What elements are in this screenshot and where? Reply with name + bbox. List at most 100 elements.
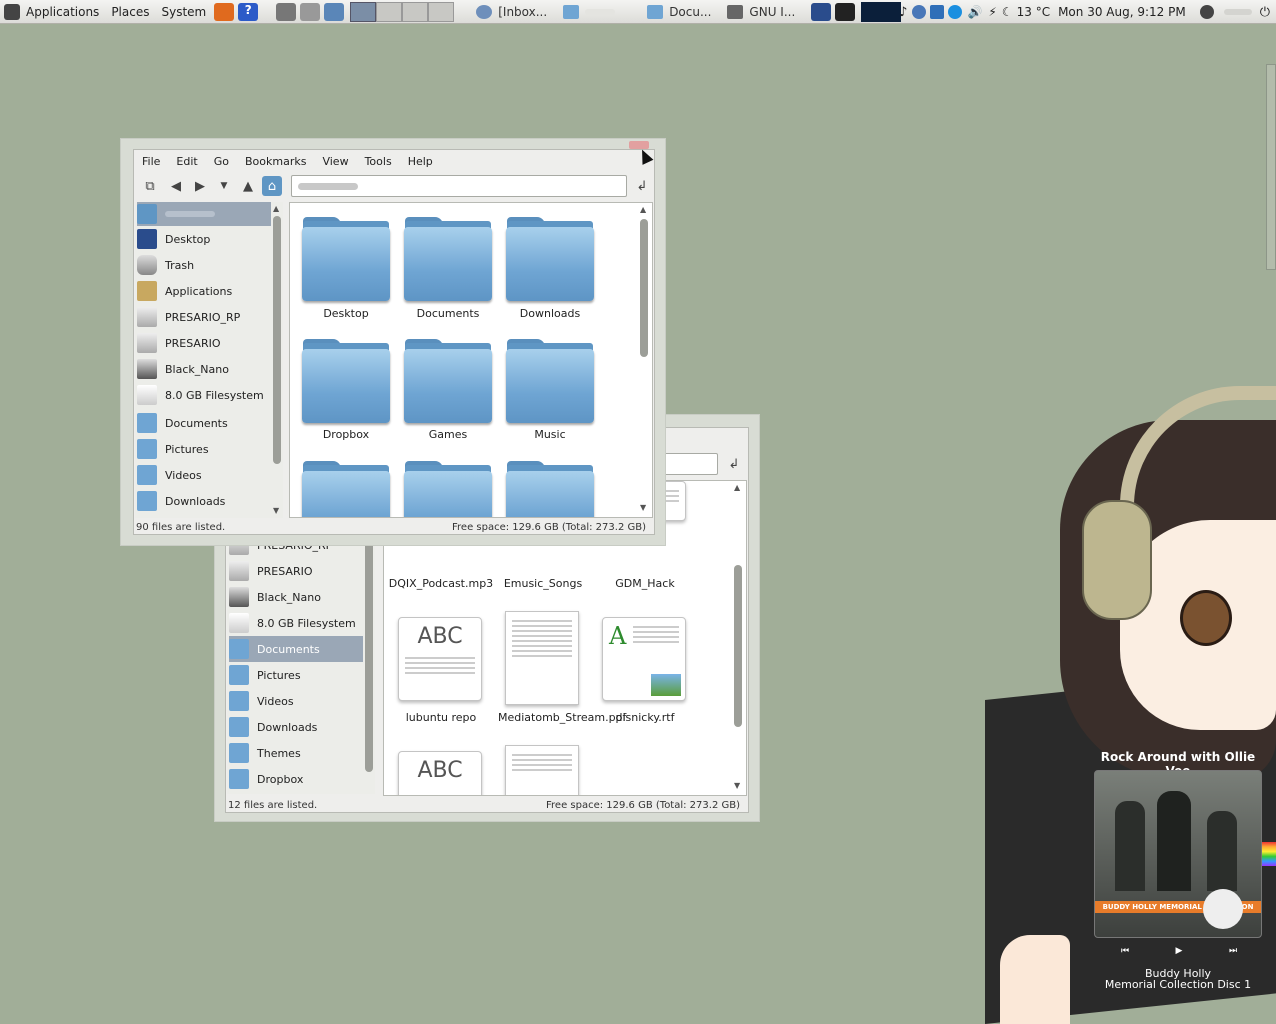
firefox-launcher-icon[interactable] — [214, 2, 235, 21]
terminal-task-icon[interactable] — [835, 2, 856, 21]
file-label-pisnicky[interactable]: pisnicky.rtf — [590, 711, 700, 724]
workspace-switcher[interactable] — [350, 1, 455, 22]
sidebar-item-presario-rp[interactable]: PRESARIO_RP — [137, 304, 271, 330]
folder-downloads[interactable] — [506, 215, 594, 301]
new-tab-icon[interactable]: ⧉ — [140, 176, 160, 196]
up-icon[interactable]: ▲ — [238, 176, 258, 196]
menu-edit[interactable]: Edit — [168, 155, 205, 168]
file-view-scrollbar[interactable]: ▲ ▼ — [640, 205, 648, 515]
sidebar-item-filesystem[interactable]: 8.0 GB Filesystem — [137, 382, 271, 408]
sidebar-item-themes[interactable]: Themes — [229, 740, 363, 766]
file-thumb-pdf[interactable] — [505, 745, 579, 795]
folder-documents[interactable] — [404, 215, 492, 301]
folder-item[interactable] — [302, 459, 390, 517]
forward-icon[interactable]: ▶ — [190, 176, 210, 196]
file-view-scrollbar-thumb[interactable] — [640, 219, 648, 357]
file-view-scrollbar-thumb[interactable] — [734, 565, 742, 727]
scroll-down-icon[interactable]: ▼ — [640, 503, 646, 512]
user-status-icon[interactable] — [1199, 5, 1214, 19]
places-menu[interactable]: Places — [105, 5, 155, 19]
sidebar-item-home[interactable] — [137, 202, 271, 226]
scroll-up-icon[interactable]: ▲ — [734, 483, 740, 492]
scroll-up-icon[interactable]: ▲ — [640, 205, 646, 214]
file-label-emusic[interactable]: Emusic_Songs — [488, 577, 598, 590]
sidebar-scrollbar[interactable]: ▲ ▼ — [273, 204, 281, 516]
droplet-icon[interactable] — [912, 5, 927, 19]
sidebar-item-dropbox[interactable]: Dropbox — [229, 766, 363, 792]
sidebar-scrollbar-thumb[interactable] — [273, 216, 281, 464]
file-view-scrollbar[interactable]: ▲ ▼ — [734, 483, 742, 791]
folder-label-documents[interactable]: Documents — [393, 307, 503, 320]
menu-bookmarks[interactable]: Bookmarks — [237, 155, 314, 168]
sidebar-item-applications[interactable]: Applications — [137, 278, 271, 304]
go-icon[interactable]: ↲ — [724, 454, 744, 474]
sidebar-item-pictures[interactable]: Pictures — [229, 662, 363, 688]
menu-file[interactable]: File — [134, 155, 168, 168]
go-icon[interactable]: ↲ — [632, 176, 652, 196]
folder-item[interactable] — [404, 459, 492, 517]
scroll-down-icon[interactable]: ▼ — [734, 781, 740, 790]
sidebar-scrollbar[interactable] — [365, 532, 373, 772]
previous-track-button[interactable]: ⏮ — [1104, 944, 1146, 958]
folder-label-desktop[interactable]: Desktop — [291, 307, 401, 320]
scroll-up-icon[interactable]: ▲ — [273, 204, 279, 213]
folder-item[interactable] — [506, 459, 594, 517]
gnome-foot-icon[interactable] — [4, 3, 20, 20]
taskbar-item-folder[interactable] — [557, 1, 637, 23]
folder-label-music[interactable]: Music — [495, 428, 605, 441]
sidebar-item-videos[interactable]: Videos — [137, 462, 271, 488]
weather-icon[interactable]: ☾ — [1002, 5, 1013, 19]
sidebar-item-pictures[interactable]: Pictures — [137, 436, 271, 462]
update-icon[interactable] — [948, 5, 963, 19]
sidebar-item-trash[interactable]: Trash — [137, 252, 271, 278]
dropbox-icon[interactable] — [930, 5, 945, 19]
menu-view[interactable]: View — [314, 155, 356, 168]
file-label-lubuntu[interactable]: lubuntu repo — [386, 711, 496, 724]
sidebar-item-presario[interactable]: PRESARIO — [229, 558, 363, 584]
terminal-launcher-icon[interactable] — [324, 2, 345, 21]
history-dropdown-icon[interactable]: ▼ — [214, 176, 234, 196]
username-label[interactable] — [1223, 9, 1252, 15]
folder-games[interactable] — [404, 337, 492, 423]
system-menu[interactable]: System — [155, 5, 212, 19]
sidebar-item-documents[interactable]: Documents — [229, 636, 363, 662]
screenshot-launcher-icon[interactable] — [276, 2, 297, 21]
home-icon[interactable]: ⌂ — [262, 176, 282, 196]
menu-go[interactable]: Go — [206, 155, 237, 168]
menu-tools[interactable]: Tools — [357, 155, 400, 168]
folder-label-dropbox[interactable]: Dropbox — [291, 428, 401, 441]
sidebar-item-black-nano[interactable]: Black_Nano — [229, 584, 363, 610]
temperature-label[interactable]: 13 °C — [1017, 5, 1050, 19]
file-thumb-pisnicky[interactable]: A — [602, 617, 686, 701]
file-thumb-text[interactable]: ABC — [398, 751, 482, 795]
menu-help[interactable]: Help — [400, 155, 441, 168]
sidebar-item-videos[interactable]: Videos — [229, 688, 363, 714]
sidebar-item-filesystem[interactable]: 8.0 GB Filesystem — [229, 610, 363, 636]
sidebar-item-desktop[interactable]: Desktop — [137, 226, 271, 252]
folder-label-games[interactable]: Games — [393, 428, 503, 441]
file-thumb-mediatomb[interactable] — [505, 611, 579, 705]
folder-dropbox[interactable] — [302, 337, 390, 423]
sidebar-item-presario[interactable]: PRESARIO — [137, 330, 271, 356]
location-bar[interactable] — [291, 175, 627, 197]
sidebar-item-documents[interactable]: Documents — [137, 410, 271, 436]
sidebar-scrollbar-thumb[interactable] — [365, 532, 373, 772]
taskbar-item-documents[interactable]: Docu... — [641, 1, 717, 23]
image-viewer-task-icon[interactable] — [811, 2, 832, 21]
folder-label-downloads[interactable]: Downloads — [495, 307, 605, 320]
file-label-mediatomb[interactable]: Mediatomb_Stream.pdf — [488, 711, 626, 724]
next-track-button[interactable]: ⏭ — [1212, 944, 1254, 958]
file-view[interactable]: Desktop Documents Downloads Dropbox Game… — [289, 202, 653, 518]
play-button[interactable]: ▶ — [1158, 944, 1200, 958]
sidebar-item-downloads[interactable]: Downloads — [137, 488, 271, 514]
file-label-dqix[interactable]: DQIX_Podcast.mp3 — [386, 577, 496, 590]
taskbar-item-gimp[interactable]: GNU I... — [721, 1, 801, 23]
applications-menu[interactable]: Applications — [20, 5, 105, 19]
taskbar-item-inbox[interactable]: [Inbox... — [470, 1, 553, 23]
power-icon[interactable]: ⏻ — [1260, 5, 1270, 20]
file-thumb-lubuntu[interactable]: ABC — [398, 617, 482, 701]
folder-desktop[interactable] — [302, 215, 390, 301]
help-launcher-icon[interactable]: ? — [238, 2, 259, 21]
folder-music[interactable] — [506, 337, 594, 423]
clock[interactable]: Mon 30 Aug, 9:12 PM — [1058, 5, 1186, 19]
